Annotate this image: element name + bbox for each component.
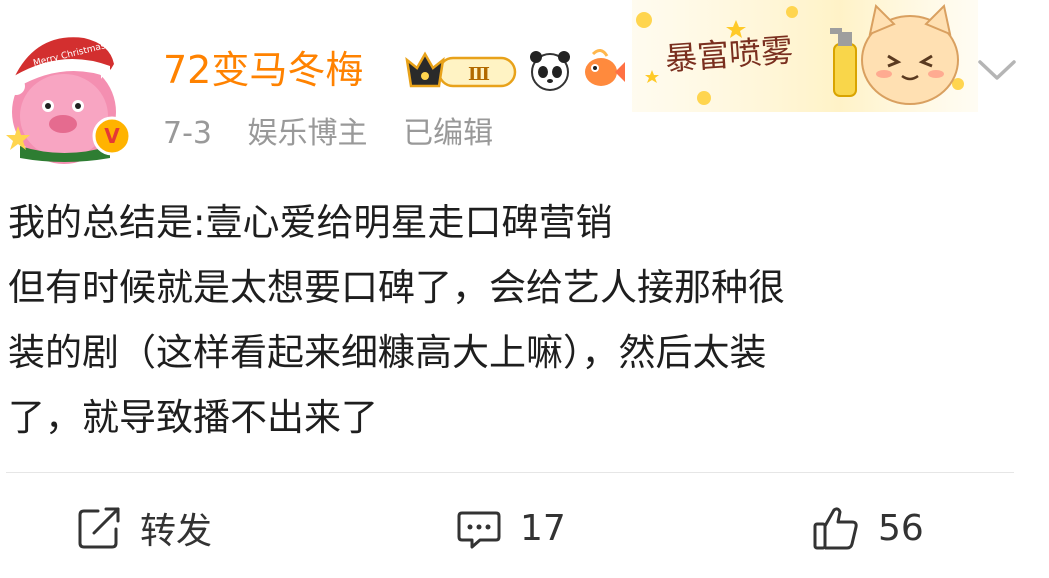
like-count: 56 — [878, 507, 924, 549]
fish-icon — [585, 49, 625, 86]
panda-icon — [530, 51, 570, 91]
verified-mark: V — [104, 124, 120, 148]
avatar-side-text: 哼 — [100, 67, 114, 84]
member-crown-badge[interactable]: Ⅲ — [403, 46, 519, 94]
username[interactable]: 72变马冬梅 — [163, 44, 363, 96]
comment-button[interactable]: 17 — [456, 500, 566, 556]
avatar[interactable]: Merry Christmas 哼 V — [6, 14, 132, 164]
edited-label[interactable]: 已编辑 — [403, 116, 493, 151]
chevron-down-icon — [978, 60, 1016, 80]
thumbs-up-icon — [813, 507, 858, 550]
verified-badge: V — [92, 116, 132, 156]
comment-count: 17 — [520, 507, 566, 549]
decoration-image: 暴富喷雾 — [632, 0, 978, 112]
repost-button[interactable]: 转发 — [76, 500, 212, 556]
repost-label: 转发 — [140, 511, 213, 552]
post-meta: 7-3 娱乐博主 已编辑 — [163, 112, 519, 156]
post-content: 我的总结是:壹心爱给明星走口碑营销 但有时候就是太想要口碑了，会给艺人接那种很 … — [8, 201, 785, 439]
author-role: 娱乐博主 — [247, 116, 368, 151]
more-button[interactable] — [974, 54, 1020, 84]
member-level: Ⅲ — [468, 64, 490, 85]
like-button[interactable]: 56 — [812, 500, 924, 556]
repost-icon — [78, 507, 120, 549]
comment-icon — [457, 511, 501, 549]
decoration-card[interactable]: 暴富喷雾 — [632, 0, 978, 112]
post-date: 7-3 — [163, 116, 212, 151]
divider — [6, 472, 1014, 473]
